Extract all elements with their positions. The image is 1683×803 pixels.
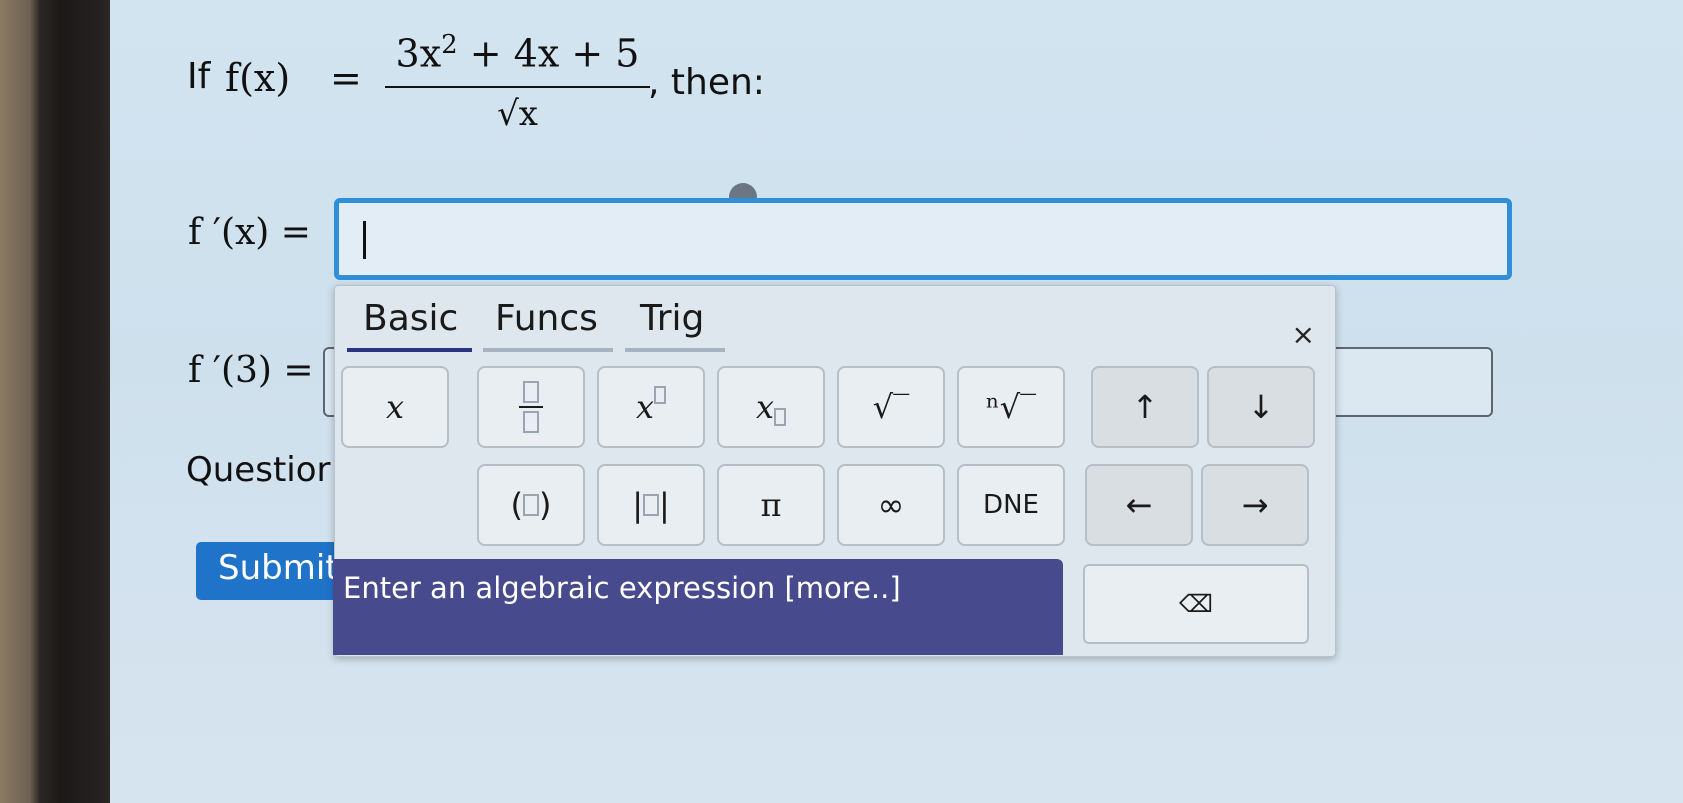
tab-funcs[interactable]: Funcs xyxy=(495,298,598,339)
key-dne[interactable]: DNE xyxy=(957,464,1065,546)
key-subscript[interactable]: x xyxy=(717,366,825,448)
derivative-at-3-label: f ′(3) = xyxy=(188,350,314,391)
key-left-arrow[interactable]: ← xyxy=(1085,464,1193,546)
key-pi[interactable]: π xyxy=(717,464,825,546)
question-function-lhs: f(x) xyxy=(225,56,291,100)
key-absolute-value[interactable]: | | xyxy=(597,464,705,546)
derivative-label: f ′(x) = xyxy=(188,212,311,253)
subscript-placeholder-icon xyxy=(774,408,787,426)
paren-placeholder-icon xyxy=(523,494,539,516)
tab-trig[interactable]: Trig xyxy=(640,298,704,339)
key-power[interactable]: x xyxy=(597,366,705,448)
keypad-hint-bar: Enter an algebraic expression [more..] xyxy=(333,559,1063,655)
tab-funcs-underline xyxy=(483,348,613,352)
question-then: , then: xyxy=(648,62,765,103)
backspace-key[interactable]: ⌫ xyxy=(1083,564,1309,644)
question-fraction: 3x2 + 4x + 5 √x xyxy=(385,30,650,134)
key-sqrt[interactable]: √‾ xyxy=(837,366,945,448)
superscript-placeholder-icon xyxy=(654,386,667,404)
fraction-bar xyxy=(385,86,650,88)
backspace-icon: ⌫ xyxy=(1179,590,1213,618)
derivative-input[interactable] xyxy=(334,198,1512,280)
key-infinity[interactable]: ∞ xyxy=(837,464,945,546)
close-icon[interactable]: × xyxy=(1292,318,1315,351)
key-x[interactable]: x xyxy=(341,366,449,448)
tab-basic[interactable]: Basic xyxy=(363,298,458,339)
key-fraction[interactable] xyxy=(477,366,585,448)
key-up-arrow[interactable]: ↑ xyxy=(1091,366,1199,448)
fraction-icon xyxy=(519,381,543,433)
key-nth-root[interactable]: ⁿ√‾ xyxy=(957,366,1065,448)
monitor-bezel xyxy=(0,0,110,803)
abs-placeholder-icon xyxy=(643,494,659,516)
question-equals: = xyxy=(330,56,362,100)
tab-trig-underline xyxy=(625,348,725,352)
fraction-denominator: √x xyxy=(497,94,538,134)
key-parentheses[interactable]: () xyxy=(477,464,585,546)
question-if-word: If xyxy=(187,56,211,97)
key-right-arrow[interactable]: → xyxy=(1201,464,1309,546)
hint-text[interactable]: Enter an algebraic expression [more..] xyxy=(343,571,901,605)
question-help-link[interactable]: Questior xyxy=(186,450,331,490)
key-down-arrow[interactable]: ↓ xyxy=(1207,366,1315,448)
text-caret xyxy=(363,221,366,259)
math-keypad: Basic Funcs Trig × x x x √‾ ⁿ√‾ ↑ ↓ () |… xyxy=(333,285,1336,657)
tab-basic-underline xyxy=(347,348,472,352)
fraction-numerator: 3x2 + 4x + 5 xyxy=(395,30,640,76)
